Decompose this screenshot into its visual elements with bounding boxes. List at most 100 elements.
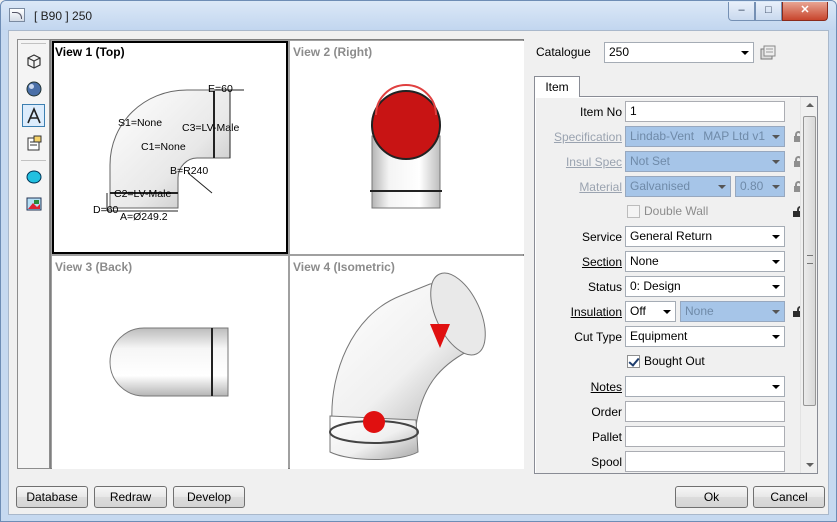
- chevron-down-icon[interactable]: [768, 378, 783, 395]
- section-value: None: [630, 254, 659, 268]
- toolbar-separator: [21, 160, 46, 161]
- chevron-down-icon[interactable]: [768, 253, 783, 270]
- cut-type-select[interactable]: Equipment: [625, 326, 785, 347]
- view-right-pane[interactable]: View 2 (Right): [290, 41, 524, 254]
- insulation-value: Off: [630, 304, 646, 318]
- double-wall-label: Double Wall: [644, 204, 709, 218]
- view-label: View 4 (Isometric): [293, 260, 395, 274]
- pallet-label: Pallet: [591, 430, 622, 444]
- insul-spec-value: Not Set: [630, 154, 671, 168]
- annotation-text-icon[interactable]: [22, 104, 45, 127]
- insul-spec-select: Not Set: [625, 151, 785, 172]
- view-toolbar: [17, 39, 50, 469]
- properties-panel: Catalogue 250 Item Item No 1 Specificati…: [529, 39, 826, 475]
- develop-button[interactable]: Develop: [173, 486, 245, 508]
- properties-scrollbar[interactable]: [800, 97, 817, 473]
- notes-select[interactable]: [625, 376, 785, 397]
- notes-label[interactable]: Notes: [536, 380, 622, 394]
- scroll-thumb[interactable]: [803, 116, 816, 406]
- chevron-down-icon[interactable]: [659, 303, 674, 320]
- chevron-down-icon: [768, 128, 783, 145]
- connector-icon[interactable]: [22, 165, 45, 188]
- chevron-down-icon: [768, 303, 783, 320]
- dim-label-c1: C1=None: [141, 141, 186, 153]
- scroll-up-icon[interactable]: [801, 97, 817, 114]
- chevron-down-icon[interactable]: [737, 44, 752, 61]
- insulation-type-value: None: [685, 304, 714, 318]
- status-label: Status: [587, 280, 622, 294]
- insul-spec-label: Insul Spec: [565, 155, 622, 169]
- insulation-label[interactable]: Insulation: [536, 305, 622, 319]
- cancel-button[interactable]: Cancel: [753, 486, 825, 508]
- toolbar-separator: [21, 43, 46, 44]
- wireframe-view-icon[interactable]: [22, 49, 45, 72]
- dialog-window: [ B90 ] 250 ‒ □ ✕ View 1 (Top) E=60 S1=N…: [0, 0, 837, 522]
- render-image-icon[interactable]: [22, 192, 45, 215]
- scroll-down-icon[interactable]: [801, 456, 817, 473]
- bought-out-checkbox[interactable]: [627, 355, 640, 368]
- order-label: Order: [591, 405, 622, 419]
- dim-label-b: B=R240: [170, 165, 209, 177]
- dim-label-a: A=Ø249.2: [120, 211, 168, 223]
- chevron-down-icon: [768, 153, 783, 170]
- chevron-down-icon[interactable]: [768, 228, 783, 245]
- item-form: Item No 1 Specification Lindab-Vent MAP …: [536, 98, 800, 473]
- view-label: View 1 (Top): [55, 45, 125, 59]
- title-bar[interactable]: [ B90 ] 250 ‒ □ ✕: [1, 1, 836, 30]
- view-back-pane[interactable]: View 3 (Back): [52, 256, 288, 469]
- catalogue-value: 250: [609, 45, 630, 59]
- window-title: [ B90 ] 250: [34, 9, 93, 23]
- pallet-field[interactable]: [625, 426, 785, 447]
- tab-item[interactable]: Item: [534, 76, 580, 97]
- double-wall-unlock-icon[interactable]: [793, 206, 800, 217]
- view-label: View 3 (Back): [55, 260, 133, 274]
- view-isometric-pane[interactable]: View 4 (Isometric): [290, 256, 524, 469]
- view-panes: View 1 (Top) E=60 S1=None C3=LV-Male C1=…: [50, 39, 524, 469]
- isometric-view-drawing: [329, 272, 486, 460]
- properties-sheet-icon[interactable]: [22, 131, 45, 154]
- dim-label-s1: S1=None: [118, 117, 163, 129]
- specification-label: Specification: [553, 130, 622, 144]
- material-label: Material: [579, 180, 622, 194]
- item-no-label: Item No: [579, 105, 622, 119]
- redraw-button[interactable]: Redraw: [94, 486, 167, 508]
- spool-field[interactable]: [625, 451, 785, 472]
- shaded-view-icon[interactable]: [22, 77, 45, 100]
- status-value: 0: Design: [630, 279, 681, 293]
- material-value: Galvanised: [630, 179, 691, 193]
- minimize-button[interactable]: ‒: [728, 2, 755, 21]
- service-value: General Return: [630, 229, 713, 243]
- dim-label-d: D=60: [93, 204, 119, 216]
- section-select[interactable]: None: [625, 251, 785, 272]
- right-view-drawing: [370, 84, 442, 209]
- bought-out-label: Bought Out: [644, 354, 705, 368]
- spool-label: Spool: [591, 455, 622, 469]
- insulation-unlock-icon[interactable]: [793, 306, 800, 317]
- chevron-down-icon: [768, 178, 783, 195]
- catalogue-settings-icon[interactable]: [759, 43, 777, 61]
- maximize-button[interactable]: □: [755, 2, 782, 21]
- dialog-client: View 1 (Top) E=60 S1=None C3=LV-Male C1=…: [8, 30, 829, 515]
- close-button[interactable]: ✕: [782, 2, 828, 21]
- material-select: Galvanised: [625, 176, 731, 197]
- order-field[interactable]: [625, 401, 785, 422]
- item-tab-control: Item Item No 1 Specification Lindab-Vent…: [534, 76, 818, 474]
- catalogue-label: Catalogue: [536, 45, 591, 59]
- dim-label-c3: C3=LV-Male: [182, 122, 240, 134]
- chevron-down-icon[interactable]: [768, 328, 783, 345]
- view-top-pane[interactable]: View 1 (Top) E=60 S1=None C3=LV-Male C1=…: [52, 41, 288, 254]
- ok-button[interactable]: Ok: [675, 486, 748, 508]
- service-select[interactable]: General Return: [625, 226, 785, 247]
- item-no-field[interactable]: 1: [625, 101, 785, 122]
- insulation-select[interactable]: Off: [625, 301, 676, 322]
- catalogue-select[interactable]: 250: [604, 42, 754, 63]
- chevron-down-icon[interactable]: [768, 278, 783, 295]
- gauge-value: 0.80: [740, 179, 764, 193]
- tab-item-body: Item No 1 Specification Lindab-Vent MAP …: [534, 96, 818, 474]
- back-view-drawing: [109, 327, 229, 397]
- status-select[interactable]: 0: Design: [625, 276, 785, 297]
- section-label[interactable]: Section: [536, 255, 622, 269]
- specification-select: Lindab-Vent MAP Ltd v1: [625, 126, 785, 147]
- database-button[interactable]: Database: [16, 486, 88, 508]
- insulation-type-select: None: [680, 301, 785, 322]
